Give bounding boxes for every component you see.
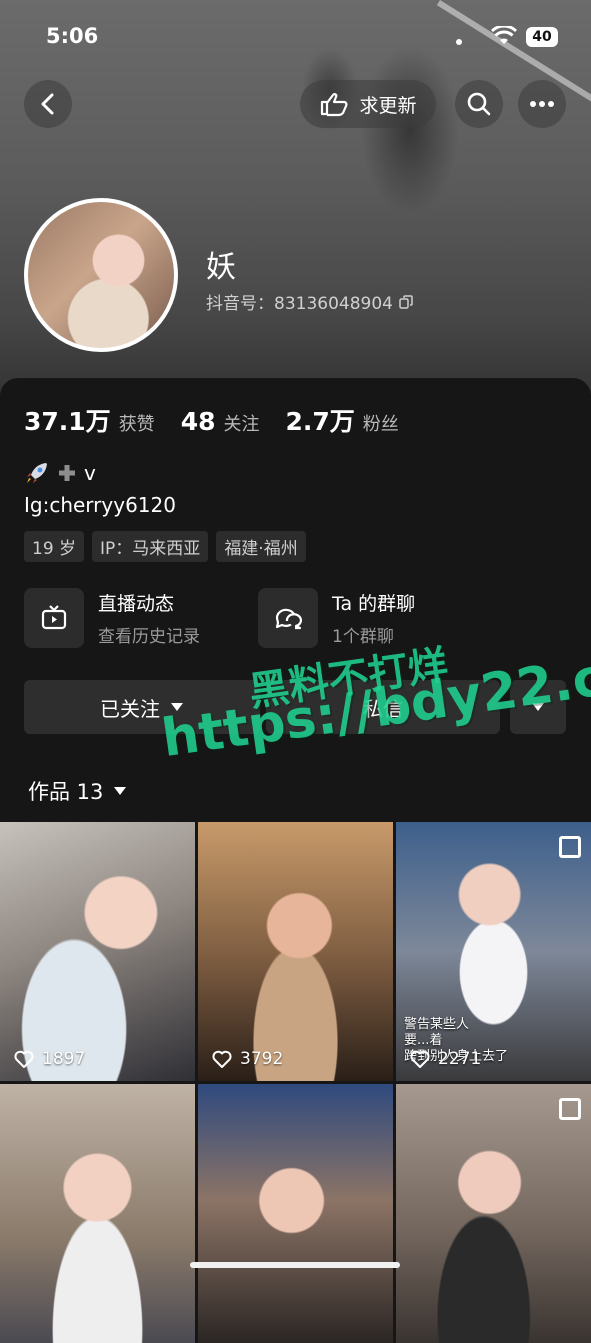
more-button[interactable] [518, 80, 566, 128]
tv-icon-box [24, 588, 84, 648]
followers-label[interactable]: 粉丝 [363, 410, 399, 436]
video-likes: 2271 [410, 1049, 481, 1069]
video-thumbnail[interactable] [0, 1084, 195, 1343]
location-tag: 福建·福州 [216, 531, 306, 562]
video-likes-count: 1897 [42, 1049, 86, 1069]
douyin-id[interactable]: 抖音号：83136048904 [206, 289, 413, 314]
live-history-subtitle: 查看历史记录 [98, 627, 200, 647]
video-thumbnail[interactable]: 3792 [198, 822, 393, 1081]
video-likes-count: 3792 [240, 1049, 284, 1069]
video-caption-line: 要...着 [404, 1033, 443, 1048]
multi-image-icon [559, 1098, 581, 1120]
followers-count[interactable]: 2.7万 [285, 402, 354, 438]
request-update-button[interactable]: 求更新 [300, 80, 436, 128]
multi-image-icon [559, 836, 581, 858]
profile-tags: 19 岁 IP：马来西亚 福建·福州 [24, 531, 306, 562]
home-indicator [190, 1262, 400, 1268]
heart-icon [14, 1050, 34, 1068]
wifi-icon [491, 26, 517, 44]
bio-line-2: Ig:cherryy6120 [24, 493, 176, 517]
following-label[interactable]: 关注 [223, 410, 259, 436]
video-thumbnail[interactable] [198, 1084, 393, 1343]
signal-icon [456, 39, 462, 45]
status-time: 5:06 [46, 24, 99, 48]
bio-line-1: v [24, 460, 96, 486]
chevron-left-icon [41, 93, 54, 115]
tv-icon [41, 605, 67, 630]
video-likes: 1897 [14, 1049, 85, 1069]
status-bar: 5:06 40 [0, 22, 591, 52]
douyin-id-text: 抖音号：83136048904 [206, 294, 393, 314]
following-count[interactable]: 48 [181, 407, 216, 436]
live-history-title: 直播动态 [98, 593, 175, 615]
video-caption-line: 警告某些人 [404, 1017, 470, 1032]
rocket-icon [27, 463, 47, 483]
works-tab[interactable]: 作品 13 [28, 776, 127, 806]
video-likes-count: 2271 [438, 1049, 482, 1069]
video-thumbnail[interactable]: 1897 [0, 822, 195, 1081]
age-tag: 19 岁 [24, 531, 85, 562]
live-history-card[interactable]: 直播动态 查看历史记录 [24, 588, 200, 648]
caret-down-icon [114, 787, 127, 795]
back-button[interactable] [24, 80, 72, 128]
profile-name: 妖 [206, 250, 236, 285]
copy-icon[interactable] [399, 294, 413, 309]
battery-icon: 40 [526, 27, 558, 47]
works-label: 作品 13 [28, 780, 104, 804]
group-chat-icon-box [258, 588, 318, 648]
search-icon [467, 92, 491, 116]
ip-tag: IP：马来西亚 [92, 531, 209, 562]
heart-icon [212, 1050, 232, 1068]
video-thumbnail[interactable] [396, 1084, 591, 1343]
hand-point-icon [321, 93, 348, 117]
group-chat-title: Ta 的群聊 [332, 593, 416, 615]
request-update-label: 求更新 [359, 94, 417, 117]
heart-icon [410, 1050, 430, 1068]
video-thumbnail[interactable]: 警告某些人 要...着 跨到别人身上去了 2271 [396, 822, 591, 1081]
profile-stats: 37.1万 获赞 48 关注 2.7万 粉丝 [24, 402, 425, 438]
chat-bubbles-icon [275, 608, 303, 630]
video-likes: 3792 [212, 1049, 283, 1069]
search-button[interactable] [455, 80, 503, 128]
plus-icon [59, 465, 75, 481]
more-dots-icon [530, 101, 554, 107]
likes-count: 37.1万 [24, 407, 111, 436]
following-label-text: 已关注 [100, 696, 160, 721]
likes-label: 获赞 [118, 414, 155, 435]
avatar[interactable] [24, 198, 178, 352]
bio-line-1-text: v [84, 461, 96, 485]
